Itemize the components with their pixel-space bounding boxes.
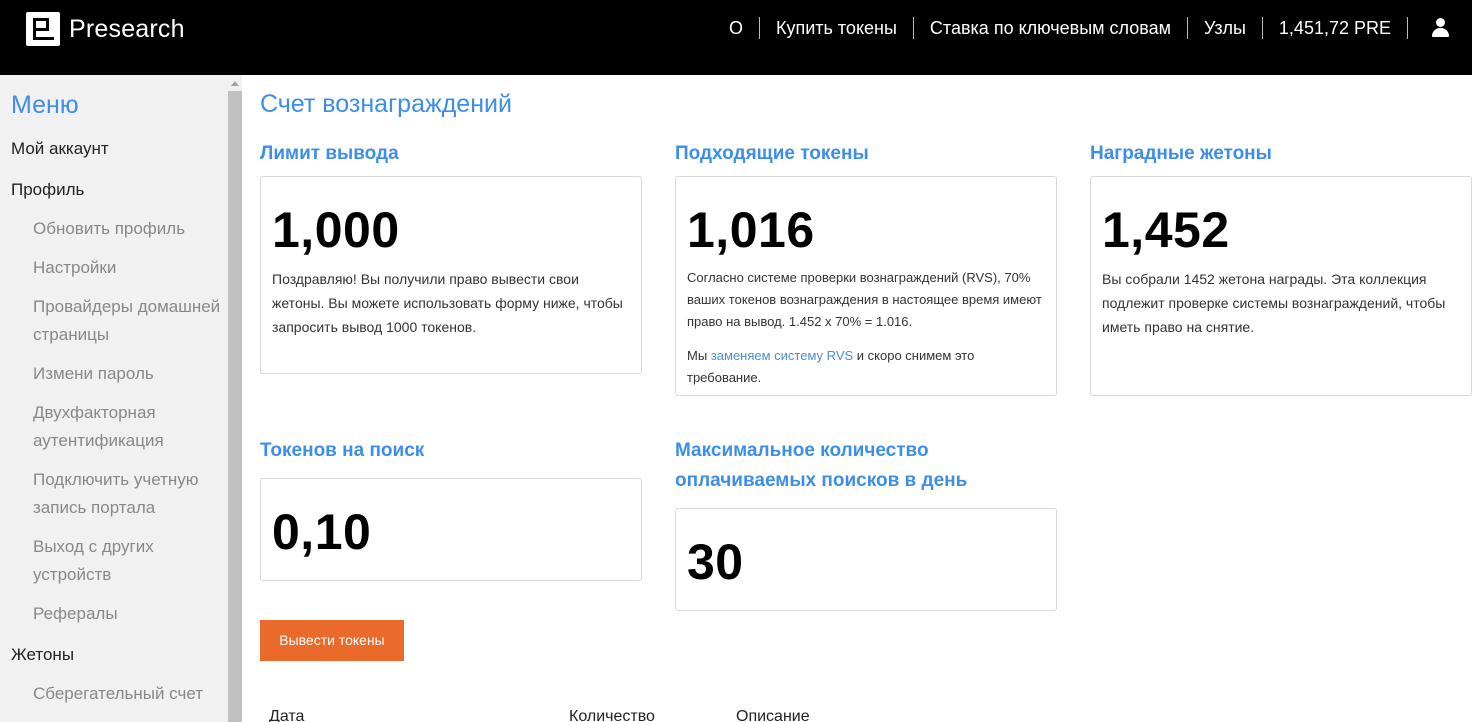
eligible-tokens-card: 1,016 Согласно системе проверки вознагра…	[675, 176, 1057, 396]
sidebar: Меню Мой аккаунт Профиль Обновить профил…	[0, 75, 228, 722]
table-header-date: Дата	[269, 708, 305, 722]
withdraw-limit-card: 1,000 Поздравляю! Вы получили право выве…	[260, 176, 642, 374]
sidebar-item-change-password[interactable]: Измени пароль	[33, 360, 223, 388]
tokens-per-search-title: Токенов на поиск	[260, 440, 425, 461]
scroll-up-arrow-icon[interactable]	[231, 81, 239, 86]
max-searches-value: 30	[687, 534, 744, 590]
user-menu-button[interactable]	[1408, 17, 1472, 39]
table-header-amount: Количество	[569, 708, 655, 722]
eligible-tokens-title: Подходящие токены	[675, 143, 869, 164]
sidebar-item-logout-devices[interactable]: Выход с других устройств	[33, 533, 223, 589]
logo-text: Presearch	[69, 14, 185, 43]
reward-tokens-title: Наградные жетоны	[1090, 143, 1272, 164]
nav-about[interactable]: О	[713, 17, 760, 39]
withdraw-limit-description: Поздравляю! Вы получили право вывести св…	[272, 271, 623, 335]
max-searches-card: 30	[675, 508, 1057, 611]
sidebar-item-my-account[interactable]: Мой аккаунт	[11, 139, 109, 159]
rvs-note-prefix: Мы	[687, 348, 708, 363]
sidebar-item-homepage-providers[interactable]: Провайдеры домашней страницы	[33, 293, 223, 349]
presearch-logo-icon	[26, 12, 60, 46]
sidebar-item-tokens[interactable]: Жетоны	[11, 645, 74, 665]
top-nav: О Купить токены Ставка по ключевым слова…	[713, 0, 1472, 56]
reward-tokens-description: Вы собрали 1452 жетона награды. Эта колл…	[1102, 271, 1446, 335]
top-header: Presearch О Купить токены Ставка по ключ…	[0, 0, 1472, 75]
nav-balance[interactable]: 1,451,72 PRE	[1263, 17, 1408, 39]
user-icon	[1431, 18, 1449, 38]
page-title: Счет вознаграждений	[260, 90, 512, 118]
eligible-tokens-value: 1,016	[687, 202, 815, 258]
sidebar-item-savings-account[interactable]: Сберегательный счет	[33, 680, 223, 708]
sidebar-item-settings[interactable]: Настройки	[33, 254, 223, 282]
scroll-thumb[interactable]	[228, 91, 242, 722]
max-searches-title: Максимальное количество оплачиваемых пои…	[675, 440, 968, 491]
withdraw-limit-title: Лимит вывода	[260, 143, 399, 164]
reward-tokens-card: 1,452 Вы собрали 1452 жетона награды. Эт…	[1090, 176, 1472, 396]
nav-keyword-staking[interactable]: Ставка по ключевым словам	[914, 17, 1188, 39]
tokens-per-search-card: 0,10	[260, 478, 642, 581]
sidebar-title: Меню	[11, 91, 79, 119]
sidebar-item-referrals[interactable]: Рефералы	[33, 600, 223, 628]
presearch-logo[interactable]: Presearch	[26, 12, 185, 46]
withdraw-tokens-button[interactable]: Вывести токены	[260, 620, 404, 661]
sidebar-item-two-factor[interactable]: Двухфакторная аутентификация	[33, 399, 223, 455]
table-header-description: Описание	[736, 708, 810, 722]
sidebar-item-connect-portal[interactable]: Подключить учетную запись портала	[33, 466, 223, 522]
nav-buy-tokens[interactable]: Купить токены	[760, 17, 914, 39]
nav-nodes[interactable]: Узлы	[1188, 17, 1263, 39]
tokens-per-search-value: 0,10	[272, 504, 372, 560]
eligible-tokens-description: Согласно системе проверки вознаграждений…	[687, 270, 1042, 329]
sidebar-scrollbar[interactable]	[228, 75, 242, 722]
sidebar-item-update-profile[interactable]: Обновить профиль	[33, 215, 223, 243]
reward-tokens-value: 1,452	[1102, 202, 1230, 258]
withdraw-limit-value: 1,000	[272, 202, 400, 258]
rvs-replace-link[interactable]: заменяем систему RVS	[711, 348, 853, 363]
sidebar-item-profile[interactable]: Профиль	[11, 180, 84, 200]
rvs-note: Мы заменяем систему RVS и скоро снимем э…	[687, 345, 1042, 389]
